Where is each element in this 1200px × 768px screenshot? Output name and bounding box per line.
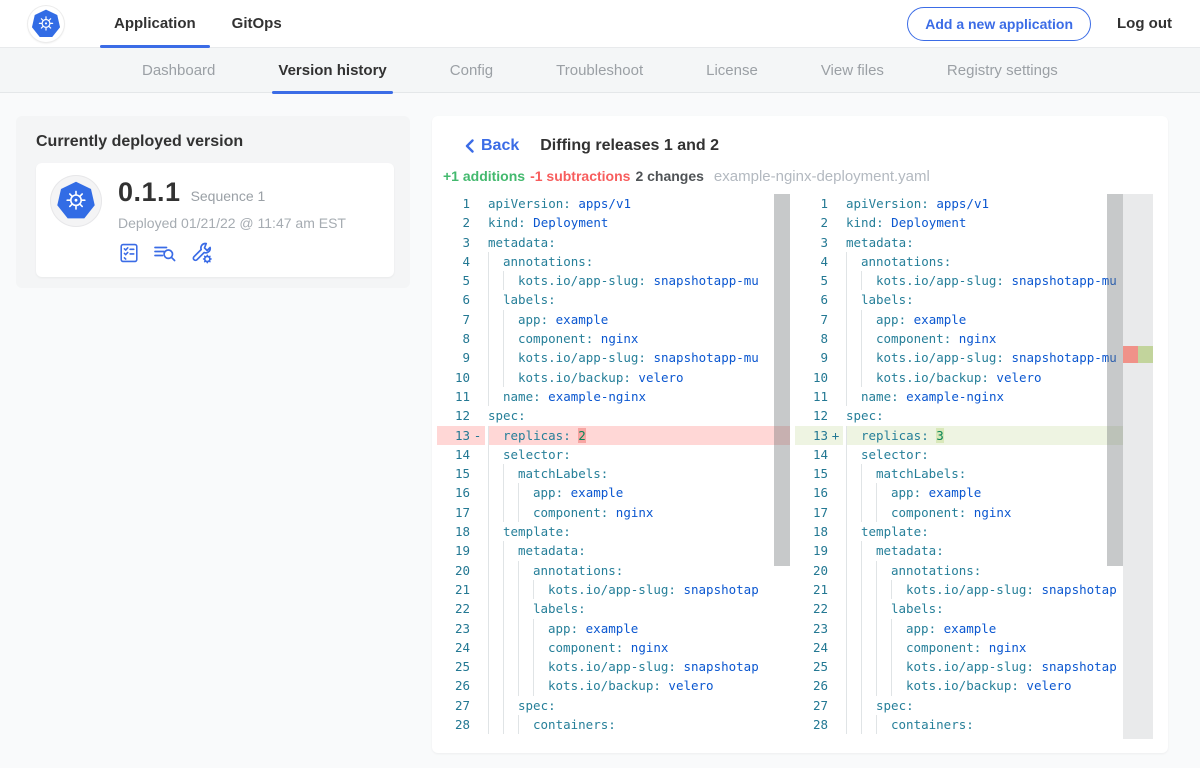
diff-line: 10kots.io/backup: velero	[437, 368, 790, 387]
diff-line: 28containers:	[795, 715, 1153, 734]
diff-line: 25kots.io/app-slug: snapshotap	[437, 657, 790, 676]
diff-line: 26kots.io/backup: velero	[437, 676, 790, 695]
diff-title: Diffing releases 1 and 2	[540, 137, 719, 155]
diff-line: 6labels:	[437, 290, 790, 309]
diff-line: 12spec:	[437, 406, 790, 425]
preflight-checklist-icon[interactable]	[118, 242, 140, 264]
ruler-removed-marker	[1123, 346, 1138, 363]
diff-line: 22labels:	[437, 599, 790, 618]
diff-line: 4annotations:	[795, 252, 1153, 271]
config-wrench-icon[interactable]	[190, 241, 214, 265]
version-number: 0.1.1	[118, 177, 181, 208]
diff-line: 9kots.io/app-slug: snapshotapp-mu	[437, 348, 790, 367]
currently-deployed-card: Currently deployed version 0.1.1 Sequenc…	[16, 116, 410, 288]
diff-line: 24component: nginx	[437, 638, 790, 657]
diff-line: 16app: example	[795, 483, 1153, 502]
diff-line: 7app: example	[795, 310, 1153, 329]
logout-link[interactable]: Log out	[1117, 15, 1172, 32]
diff-filename: example-nginx-deployment.yaml	[714, 168, 930, 185]
tab-view-files[interactable]: View files	[797, 48, 908, 93]
add-application-button[interactable]: Add a new application	[907, 7, 1091, 41]
diff-line: 18template:	[437, 522, 790, 541]
tab-config[interactable]: Config	[426, 48, 517, 93]
diff-line: 5kots.io/app-slug: snapshotapp-mu	[437, 271, 790, 290]
diff-line: 11name: example-nginx	[437, 387, 790, 406]
diff-line: 20annotations:	[795, 561, 1153, 580]
diff-line: 22labels:	[795, 599, 1153, 618]
diff-line: 8component: nginx	[437, 329, 790, 348]
tab-license[interactable]: License	[682, 48, 782, 93]
additions-count: +1 additions	[443, 168, 525, 184]
diff-line: 19metadata:	[437, 541, 790, 560]
diff-line: 21kots.io/app-slug: snapshotap	[795, 580, 1153, 599]
diff-line: 26kots.io/backup: velero	[795, 676, 1153, 695]
view-logs-icon[interactable]	[153, 242, 177, 264]
diff-line: 23app: example	[795, 619, 1153, 638]
diff-card: Back Diffing releases 1 and 2 +1 additio…	[432, 116, 1168, 753]
diff-line: 4annotations:	[437, 252, 790, 271]
tab-application[interactable]: Application	[96, 0, 214, 48]
diff-line: 24component: nginx	[795, 638, 1153, 657]
deployed-version-card: 0.1.1 Sequence 1 Deployed 01/21/22 @ 11:…	[36, 163, 394, 277]
diff-line: 2kind: Deployment	[795, 213, 1153, 232]
diff-line: 27spec:	[437, 696, 790, 715]
diff-line: 3metadata:	[437, 233, 790, 252]
diff-line: 18template:	[795, 522, 1153, 541]
diff-line: 23app: example	[437, 619, 790, 638]
diff-line: 13-replicas: 2	[437, 426, 790, 445]
diff-line: 27spec:	[795, 696, 1153, 715]
diff-line: 14selector:	[795, 445, 1153, 464]
left-scrollbar-thumb[interactable]	[774, 194, 790, 566]
diff-line: 7app: example	[437, 310, 790, 329]
diff-panel-right: 1apiVersion: apps/v12kind: Deployment3me…	[795, 194, 1153, 739]
diff-line: 15matchLabels:	[437, 464, 790, 483]
kubernetes-logo-icon	[28, 6, 64, 42]
diff-line: 1apiVersion: apps/v1	[437, 194, 790, 213]
diff-line: 21kots.io/app-slug: snapshotap	[437, 580, 790, 599]
deployed-card-title: Currently deployed version	[36, 133, 394, 151]
diff-line: 15matchLabels:	[795, 464, 1153, 483]
diff-line: 20annotations:	[437, 561, 790, 580]
diff-line: 10kots.io/backup: velero	[795, 368, 1153, 387]
top-nav-tabs: Application GitOps	[96, 0, 300, 48]
tab-troubleshoot[interactable]: Troubleshoot	[532, 48, 667, 93]
diff-line: 11name: example-nginx	[795, 387, 1153, 406]
diff-line: 3metadata:	[795, 233, 1153, 252]
diff-line: 12spec:	[795, 406, 1153, 425]
diff-line: 5kots.io/app-slug: snapshotapp-mu	[795, 271, 1153, 290]
back-button[interactable]: Back	[465, 137, 519, 155]
diff-line: 14selector:	[437, 445, 790, 464]
overview-ruler[interactable]	[1123, 194, 1153, 739]
subtractions-count: -1 subtractions	[530, 168, 630, 184]
diff-line: 25kots.io/app-slug: snapshotap	[795, 657, 1153, 676]
deployed-timestamp: Deployed 01/21/22 @ 11:47 am EST	[118, 215, 346, 231]
diff-line: 16app: example	[437, 483, 790, 502]
diff-line: 9kots.io/app-slug: snapshotapp-mu	[795, 348, 1153, 367]
diff-line: 1apiVersion: apps/v1	[795, 194, 1153, 213]
diff-line: 19metadata:	[795, 541, 1153, 560]
diff-line: 17component: nginx	[795, 503, 1153, 522]
diff-line: 2kind: Deployment	[437, 213, 790, 232]
diff-panel-left: 1apiVersion: apps/v12kind: Deployment3me…	[437, 194, 790, 739]
diff-line: 28containers:	[437, 715, 790, 734]
chevron-left-icon	[465, 139, 474, 153]
diff-line: 6labels:	[795, 290, 1153, 309]
tab-dashboard[interactable]: Dashboard	[118, 48, 239, 93]
sequence-label: Sequence 1	[191, 188, 266, 204]
tab-registry-settings[interactable]: Registry settings	[923, 48, 1082, 93]
tab-version-history[interactable]: Version history	[254, 48, 410, 93]
right-scrollbar-thumb[interactable]	[1107, 194, 1123, 566]
app-sub-nav: Dashboard Version history Config Trouble…	[0, 48, 1200, 93]
kubernetes-app-icon	[50, 175, 102, 227]
diff-line: 8component: nginx	[795, 329, 1153, 348]
tab-gitops[interactable]: GitOps	[214, 0, 300, 48]
ruler-added-marker	[1138, 346, 1153, 363]
changes-count: 2 changes	[635, 168, 703, 184]
diff-line: 17component: nginx	[437, 503, 790, 522]
diff-line: 13+replicas: 3	[795, 426, 1153, 445]
diff-stats: +1 additions -1 subtractions 2 changes e…	[443, 168, 1150, 185]
top-nav: Application GitOps Add a new application…	[0, 0, 1200, 48]
